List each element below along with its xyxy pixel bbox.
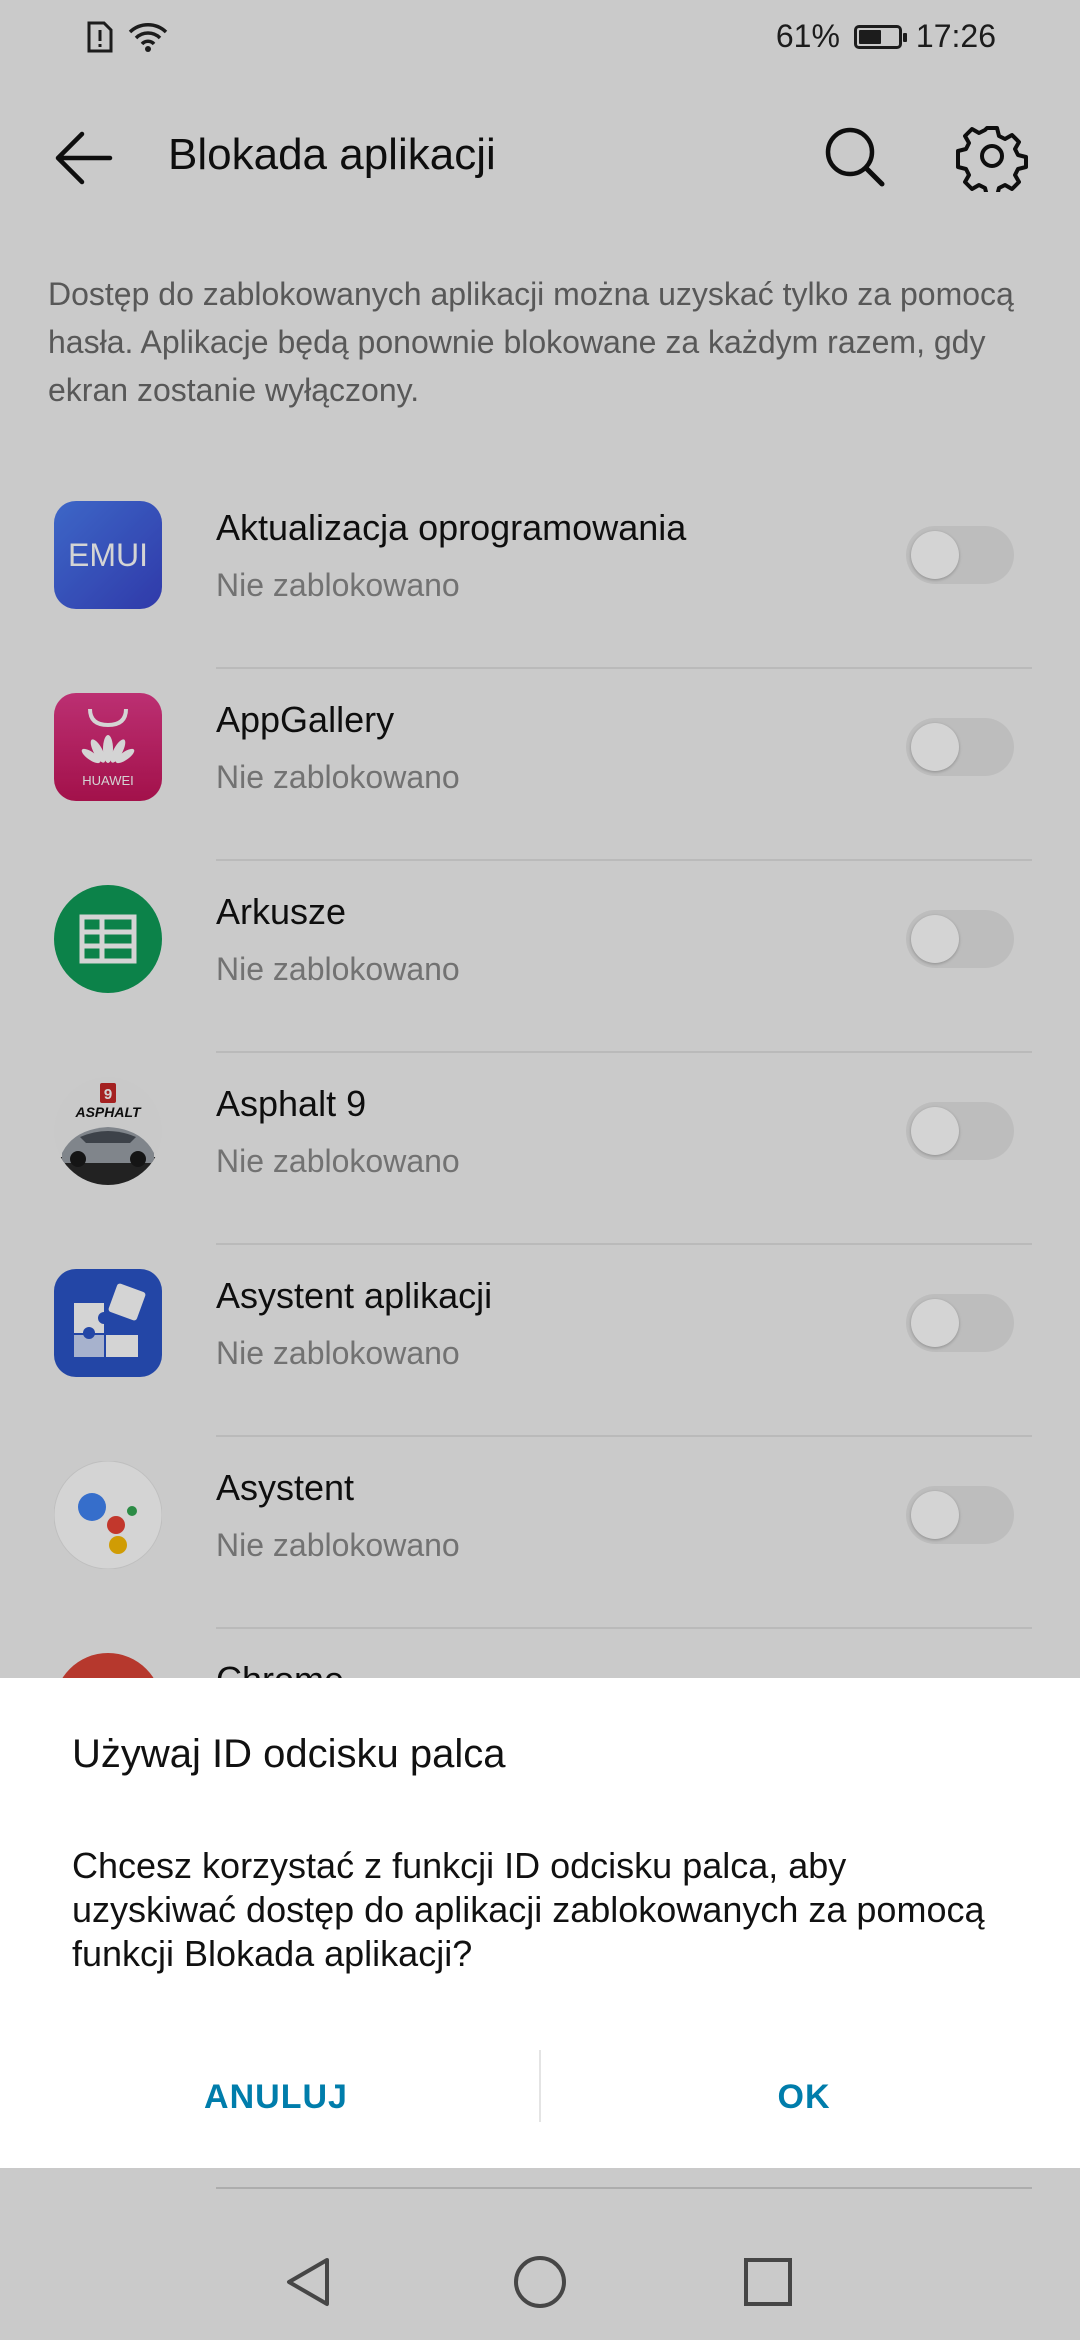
dialog-title: Używaj ID odcisku palca	[72, 1732, 506, 1776]
dialog-button-separator	[539, 2050, 541, 2122]
ok-button[interactable]: OK	[604, 2042, 1004, 2152]
dialog-message: Chcesz korzystać z funkcji ID odcisku pa…	[72, 1845, 985, 1974]
cancel-button[interactable]: ANULUJ	[76, 2042, 476, 2152]
fingerprint-dialog: Używaj ID odcisku palca Chcesz korzystać…	[0, 1678, 1080, 2168]
